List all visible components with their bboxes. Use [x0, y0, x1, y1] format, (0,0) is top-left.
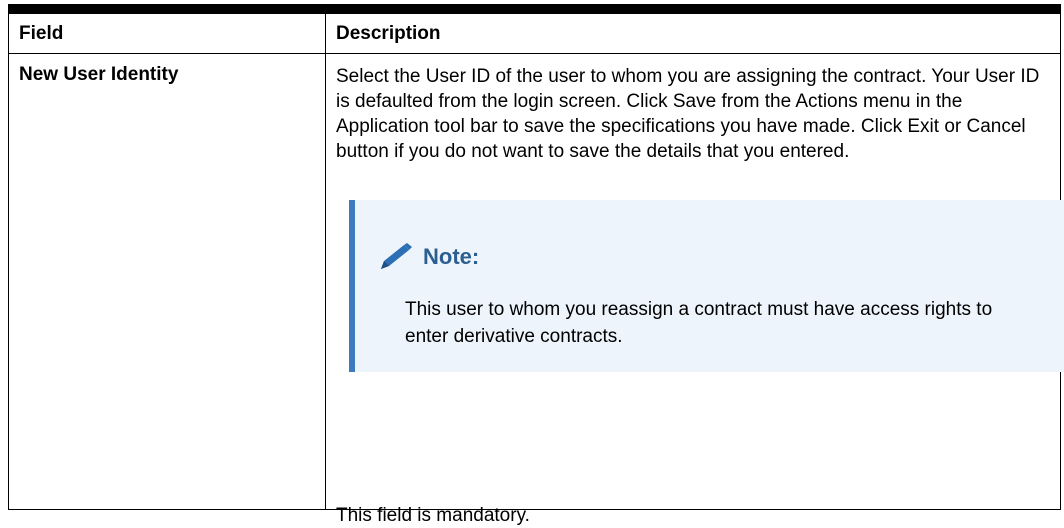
- note-callout: Note: This user to whom you reassign a c…: [349, 200, 1064, 372]
- note-title: Note:: [423, 244, 480, 269]
- note-header: Note:: [377, 242, 479, 272]
- description-content: Select the User ID of the user to whom y…: [336, 64, 1064, 526]
- field-column-header: Field: [8, 8, 326, 54]
- pencil-icon: [381, 243, 412, 269]
- field-description-table: Field Description New User Identity Sele…: [8, 4, 1064, 526]
- description-cell: Select the User ID of the user to whom y…: [325, 53, 1064, 526]
- description-text: Select the User ID of the user to whom y…: [336, 66, 1040, 162]
- table-row: New User Identity Select the User ID of …: [8, 53, 1064, 526]
- note-text: This user to whom you reassign a contrac…: [405, 299, 993, 347]
- table-header-row: Field Description: [8, 8, 1061, 54]
- mandatory-text: This field is mandatory.: [336, 505, 530, 526]
- field-name-cell: New User Identity: [8, 53, 326, 510]
- description-column-header: Description: [325, 8, 1061, 54]
